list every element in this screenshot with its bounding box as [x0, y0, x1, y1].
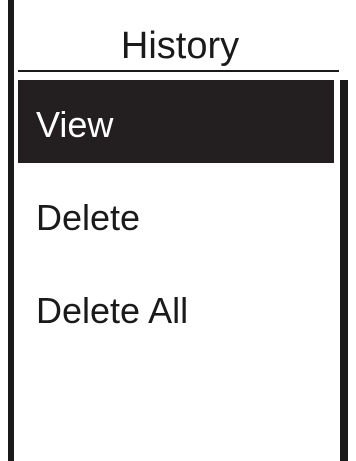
device-screen: History View Delete Delete All	[0, 0, 356, 461]
scrollbar[interactable]	[340, 80, 348, 461]
title-divider	[18, 70, 339, 72]
history-menu: View Delete Delete All	[18, 80, 334, 359]
menu-item-delete[interactable]: Delete	[18, 173, 334, 256]
menu-item-delete-all[interactable]: Delete All	[18, 266, 334, 349]
menu-item-view[interactable]: View	[18, 80, 334, 163]
screen-frame-left	[8, 0, 14, 461]
page-title: History	[120, 25, 240, 67]
